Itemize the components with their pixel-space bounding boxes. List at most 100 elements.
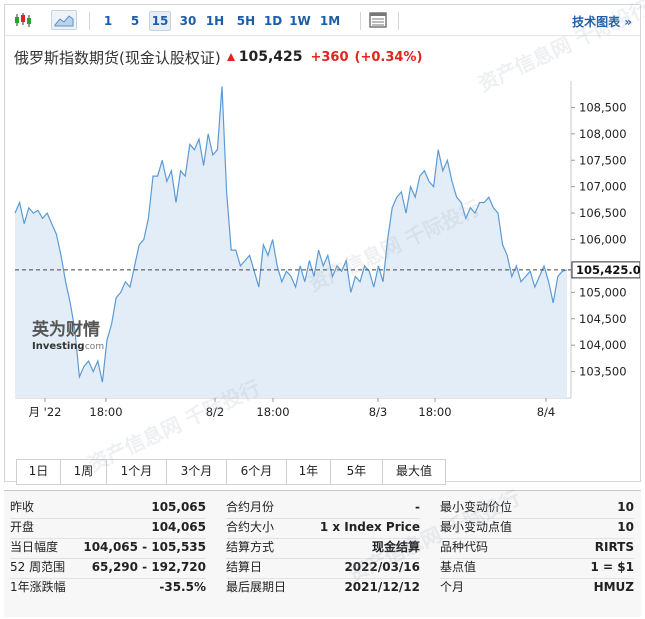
y-tick-label: 104,000 [579,338,627,352]
stat-value: HMUZ [593,580,634,594]
interval-15[interactable]: 15 [149,11,171,31]
stat-label: 结算方式 [226,540,275,554]
y-tick-label: 108,000 [579,127,627,141]
interval-1w[interactable]: 1W [288,11,312,31]
stat-value: - [415,500,420,514]
y-tick-label: 103,500 [579,365,627,379]
area-chart-icon[interactable] [51,10,77,30]
stat-row: 当日幅度 104,065 - 105,535 [10,537,206,557]
interval-1m[interactable]: 1M [318,11,342,31]
stat-label: 1年涨跌幅 [10,580,66,594]
range-1[interactable]: 1周 [61,460,107,484]
stat-row: 最小变动价位 10 [440,497,634,517]
table-view-icon[interactable] [367,10,389,30]
interval-1h[interactable]: 1H [204,11,226,31]
stat-value: RIRTS [594,540,634,554]
stat-label: 品种代码 [440,540,489,554]
stat-label: 最后展期日 [226,580,287,594]
y-tick-label: 107,500 [579,153,627,167]
logo-cn: 英为财情 [32,319,100,340]
range-5[interactable]: 1年 [287,460,331,484]
logo-en-suffix: .com [82,342,104,352]
stat-row: 结算日 2022/03/16 [226,557,420,577]
x-tick-label: 8/2 [206,405,225,419]
range-2[interactable]: 1个月 [107,460,167,484]
stat-label: 开盘 [10,520,35,534]
stat-value: 104,065 [151,520,206,534]
stat-value: 65,290 - 192,720 [91,560,206,574]
stat-value: 1 x Index Price [319,520,420,534]
stat-row: 最后展期日 2021/12/12 [226,577,420,597]
stat-label: 基点值 [440,560,477,574]
stat-value: 10 [617,500,634,514]
interval-5h[interactable]: 5H [234,11,258,31]
stat-label: 最小变动点值 [440,520,513,534]
stat-value: -35.5% [159,580,206,594]
stat-value: 2022/03/16 [344,560,420,574]
last-price-tag-label: 105,425.0 [576,263,640,277]
price-change-percent: (+0.34%) [354,49,423,65]
stat-row: 52 周范围 65,290 - 192,720 [10,557,206,577]
instrument-header: 俄罗斯指数期货(现金认股权证) 105,425 +360 (+0.34%) [14,47,422,67]
price-chart[interactable]: 108,500 108,000 107,500 107,000 106,500 106,0… [5,73,640,453]
stat-value: 10 [617,520,634,534]
contract-info-table: 昨收 105,065 开盘 104,065 当日幅度 104,065 - 105,535 5… [4,490,641,617]
x-tick-label: 8/3 [369,405,388,419]
interval-1[interactable]: 1 [100,11,116,31]
chart-toolbar: 1 5 15 30 1H 5H 1D 1W 1M 技术图表 » [5,5,640,36]
stat-label: 合约月份 [226,500,275,514]
stat-value: 104,065 - 105,535 [83,540,206,554]
stat-value: 2021/12/12 [344,580,420,594]
y-tick-label: 104,500 [579,312,627,326]
x-tick-label: 18:00 [89,405,122,419]
stat-label: 最小变动价位 [440,500,513,514]
toolbar-divider [398,12,399,30]
stat-label: 当日幅度 [10,540,59,554]
range-6[interactable]: 5年 [331,460,383,484]
instrument-title: 俄罗斯指数期货(现金认股权证) [14,48,221,67]
stat-row: 1年涨跌幅 -35.5% [10,577,206,597]
logo-en: Investing [32,341,85,352]
y-tick-label: 106,000 [579,233,627,247]
stat-value: 现金结算 [371,540,420,554]
x-tick-label: 18:00 [256,405,289,419]
interval-1d[interactable]: 1D [262,11,284,31]
stat-label: 个月 [440,580,465,594]
stat-row: 合约大小 1 x Index Price [226,517,420,537]
candlestick-icon[interactable] [12,10,34,30]
x-tick-label: 月 '22 [29,405,62,419]
chart-panel: 1 5 15 30 1H 5H 1D 1W 1M 技术图表 » 俄罗斯指数期货(现金认股权证) … [4,4,641,485]
stat-value: 1 = $1 [590,560,634,574]
x-tick-label: 8/4 [537,405,556,419]
stat-row: 开盘 104,065 [10,517,206,537]
x-tick-label: 18:00 [418,405,451,419]
interval-5[interactable]: 5 [127,11,143,31]
stat-label: 52 周范围 [10,560,66,574]
time-range-selector: 1日 1周 1个月 3个月 6个月 1年 5年 最大值 [16,459,446,485]
stat-label: 合约大小 [226,520,275,534]
range-4[interactable]: 6个月 [227,460,287,484]
range-7[interactable]: 最大值 [383,460,445,484]
stat-row: 最小变动点值 10 [440,517,634,537]
up-arrow-icon [226,53,235,61]
stat-value: 105,065 [151,500,206,514]
y-tick-label: 105,000 [579,285,627,299]
range-3[interactable]: 3个月 [167,460,227,484]
stat-row: 结算方式 现金结算 [226,537,420,557]
stat-row: 昨收 105,065 [10,497,206,517]
price-change: +360 [310,49,349,65]
y-tick-label: 108,500 [579,100,627,114]
toolbar-divider [360,12,361,30]
y-tick-label: 106,500 [579,206,627,220]
stat-row: 个月 HMUZ [440,577,634,597]
interval-30[interactable]: 30 [177,11,199,31]
range-0[interactable]: 1日 [17,460,61,484]
y-tick-label: 107,000 [579,180,627,194]
last-price: 105,425 [238,49,303,65]
stat-row: 合约月份 - [226,497,420,517]
stat-label: 结算日 [226,560,263,574]
toolbar-divider [89,12,90,30]
stat-label: 昨收 [10,500,35,514]
stat-row: 品种代码 RIRTS [440,537,634,557]
tech-chart-link[interactable]: 技术图表 » [572,13,632,30]
